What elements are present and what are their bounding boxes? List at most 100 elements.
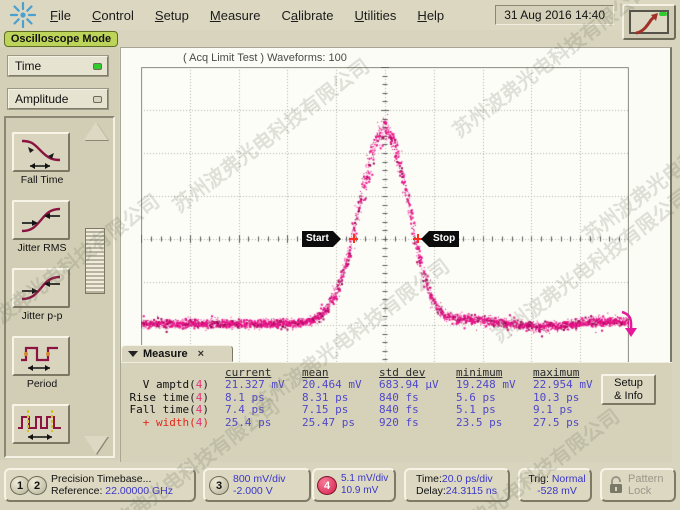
category-select-value: Amplitude (15, 92, 68, 106)
pattern-waveform-icon (14, 406, 68, 442)
scrollbar-thumb[interactable] (85, 228, 105, 294)
jitter-rms-icon (14, 202, 68, 238)
ch3-scale: 800 mV/div (233, 473, 286, 485)
sidebar-scrollbar[interactable] (82, 120, 110, 456)
start-point-marker[interactable] (349, 234, 358, 243)
oscilloscope-screen: File Control Setup Measure Calibrate Uti… (0, 0, 680, 510)
source-led (93, 63, 102, 70)
menu-help[interactable]: Help (417, 8, 444, 23)
setup-info-line2: & Info (603, 390, 654, 403)
delay-label: Delay: (416, 485, 446, 497)
cell: 840 fs (363, 403, 440, 415)
lock-icon (608, 475, 624, 495)
measure-panel: current mean std dev minimum maximum V a… (121, 362, 672, 462)
display-mode-button[interactable] (622, 4, 676, 40)
cell: 8.1 ps (209, 391, 286, 403)
trig-label: Trig: (528, 473, 552, 485)
channel-3-badge: 3 (209, 476, 229, 495)
pattern-measure-button[interactable] (12, 404, 70, 444)
setup-info-button[interactable]: Setup & Info (601, 374, 656, 405)
timebase-ref-label: Reference: (51, 485, 105, 497)
period-label: Period (6, 378, 78, 390)
menu-setup[interactable]: Setup (155, 8, 189, 23)
fall-time-label: Fall Time (6, 174, 78, 186)
trig-level: -528 mV (537, 485, 577, 497)
cell: 27.5 ps (517, 416, 594, 428)
jitter-rms-label: Jitter RMS (6, 242, 78, 254)
cell: 10.3 ps (517, 391, 594, 403)
period-button[interactable] (12, 336, 70, 376)
cell: 683.94 µV (363, 378, 440, 390)
jitter-pp-button[interactable] (12, 268, 70, 308)
close-icon[interactable]: × (196, 348, 206, 360)
trigger-status-button[interactable]: Trig: Normal -528 mV (518, 468, 592, 502)
sidebar: Time Amplitude Fall Time (0, 47, 119, 460)
cell: 5.6 ps (440, 391, 517, 403)
cell: 7.15 ps (286, 403, 363, 415)
time-status-button[interactable]: Time:20.0 ps/div Delay:24.3115 ns (404, 468, 510, 502)
pattern-lock-button[interactable]: Pattern Lock (600, 468, 676, 502)
timebase-status-button[interactable]: 1 2 Precision Timebase... Reference: 22.… (4, 468, 196, 502)
source-select[interactable]: Time (8, 56, 108, 76)
col-header-current: current (209, 366, 286, 378)
agilent-logo-icon (8, 1, 38, 29)
channel-3-status-button[interactable]: 3 800 mV/div -2.000 V (203, 468, 311, 502)
time-label: Time: (416, 473, 442, 485)
menu-control[interactable]: Control (92, 8, 134, 23)
ground-level-arrow-icon (619, 309, 639, 339)
fall-time-button[interactable] (12, 132, 70, 172)
measure-table: current mean std dev minimum maximum V a… (125, 366, 594, 428)
menu-file[interactable]: File (50, 8, 71, 23)
col-header-stddev: std dev (363, 366, 440, 378)
cell: 23.5 ps (440, 416, 517, 428)
scroll-up-icon[interactable] (84, 122, 108, 140)
timebase-line1: Precision Timebase... (51, 473, 151, 485)
pattern-lock-line2: Lock (628, 485, 651, 497)
cell: 840 fs (363, 391, 440, 403)
scroll-down-icon[interactable] (84, 436, 108, 454)
measure-tab-label: Measure (143, 348, 188, 360)
period-icon (14, 338, 68, 374)
cell: 25.4 ps (209, 416, 286, 428)
trig-mode: Normal (552, 473, 586, 485)
menu-calibrate[interactable]: Calibrate (281, 8, 333, 23)
menu-items: File Control Setup Measure Calibrate Uti… (50, 8, 444, 23)
channel-4-status-button[interactable]: 4 5.1 mV/div 10.9 mV (312, 468, 396, 502)
pattern-lock-line1: Pattern (628, 473, 663, 485)
cell: 9.1 ps (517, 403, 594, 415)
channel-4-badge: 4 (317, 476, 337, 495)
cell: 22.954 mV (517, 378, 594, 390)
menu-utilities[interactable]: Utilities (355, 8, 397, 23)
ch4-scale: 5.1 mV/div (341, 473, 388, 484)
measure-tab[interactable]: Measure × (121, 345, 233, 362)
cell: 8.31 ps (286, 391, 363, 403)
jitter-pp-label: Jitter p-p (6, 310, 78, 322)
cell: 20.464 mV (286, 378, 363, 390)
cell: 920 fs (363, 416, 440, 428)
cell: 25.47 ps (286, 416, 363, 428)
cell: 21.327 mV (209, 378, 286, 390)
cell: 7.4 ps (209, 403, 286, 415)
ch3-offset: -2.000 V (233, 485, 273, 497)
jitter-pp-icon (14, 270, 68, 306)
acquisition-header: ( Acq Limit Test ) Waveforms: 100 (183, 52, 347, 64)
fall-time-icon (14, 134, 68, 170)
col-header-maximum: maximum (517, 366, 594, 378)
timebase-ref-value: 22.00000 GHz (105, 485, 173, 497)
col-header-minimum: minimum (440, 366, 517, 378)
collapse-triangle-icon[interactable] (128, 351, 138, 357)
row-label-pluswidth: + width(4) (125, 416, 209, 428)
menu-measure[interactable]: Measure (210, 8, 261, 23)
stop-marker-flag[interactable]: Stop (429, 231, 459, 247)
source-select-value: Time (15, 59, 41, 73)
jitter-rms-button[interactable] (12, 200, 70, 240)
category-select[interactable]: Amplitude (8, 89, 108, 109)
start-marker-flag[interactable]: Start (302, 231, 333, 247)
menubar: File Control Setup Measure Calibrate Uti… (0, 0, 680, 30)
ch4-offset: 10.9 mV (341, 485, 378, 496)
time-value: 20.0 ps/div (442, 473, 493, 485)
category-led (93, 96, 102, 103)
row-label-falltime: Fall time(4) (125, 403, 209, 415)
channel-2-badge: 2 (27, 476, 47, 495)
datetime-display: 31 Aug 2016 14:40 (495, 5, 614, 25)
